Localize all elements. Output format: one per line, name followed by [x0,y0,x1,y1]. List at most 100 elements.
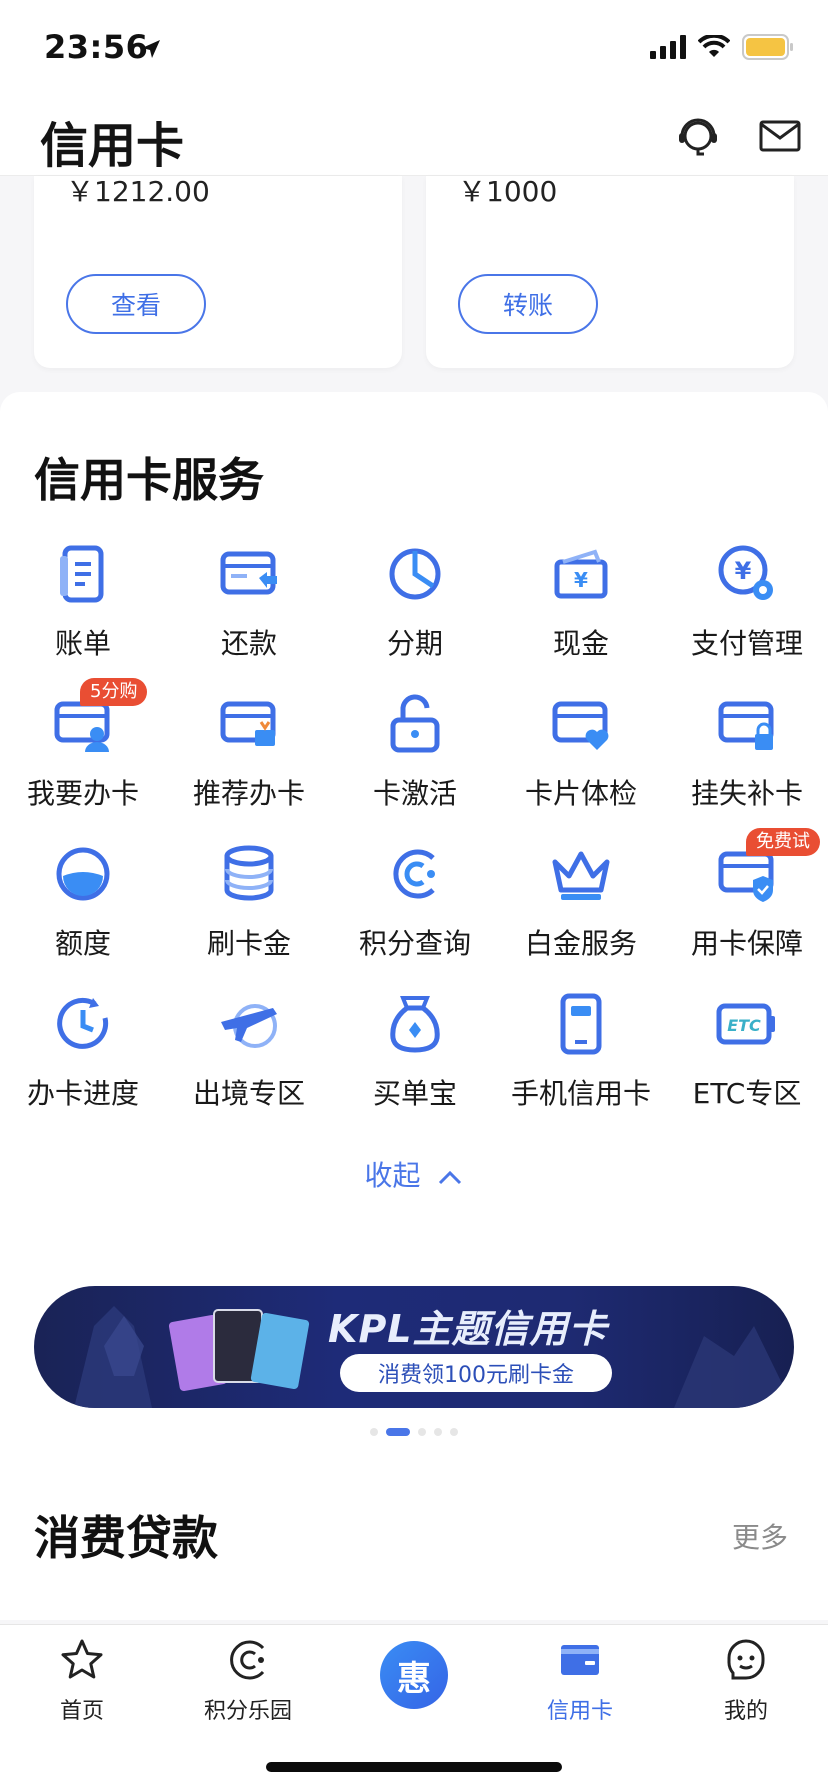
status-bar: 23:56 [0,0,828,96]
star-icon [61,1639,103,1679]
service-label: 支付管理 [690,627,803,660]
signal-icon [650,35,686,59]
service-label: 推荐办卡 [192,777,305,810]
service-label: 我要办卡 [26,777,139,810]
crown-icon [552,851,610,900]
card-health-icon [552,701,609,750]
service-label: 挂失补卡 [690,777,803,810]
limit-icon [56,847,110,901]
service-label: 额度 [54,927,111,960]
carousel-dot [434,1428,442,1436]
bill-icon [60,545,104,603]
tab-points-park[interactable]: 积分乐园 [178,1637,318,1727]
page-title: 信用卡 [40,118,185,174]
service-mobile-card[interactable]: 手机信用卡 [498,992,664,1132]
service-maidanbao[interactable]: 买单宝 [332,992,498,1132]
section-title: 消费贷款 [34,1511,218,1565]
service-card-bonus[interactable]: 刷卡金 [166,842,332,982]
tab-credit-card[interactable]: 信用卡 [510,1637,650,1727]
service-label: 积分查询 [358,927,471,960]
carousel-dot [370,1428,378,1436]
customer-service-icon[interactable] [674,112,722,160]
service-label: 白金服务 [524,927,637,960]
transfer-button[interactable]: 转账 [458,274,598,334]
account-card: ￥1000 转账 [426,175,794,368]
more-link[interactable]: 更多 [732,1516,788,1556]
banner-subtitle: 消费领100元刷卡金 [340,1354,612,1392]
service-repay[interactable]: 还款 [166,542,332,682]
profile-icon [727,1639,765,1680]
service-label: 手机信用卡 [510,1077,651,1110]
service-payment-settings[interactable]: ¥ 支付管理 [664,542,828,682]
service-label: 买单宝 [372,1077,457,1110]
tab-label: 我的 [723,1699,768,1724]
svg-text:¥: ¥ [574,568,588,592]
carousel-dot [450,1428,458,1436]
service-label: ETC专区 [692,1077,802,1110]
status-indicators [650,34,794,60]
app-header: 信用卡 [0,96,828,176]
service-progress[interactable]: 办卡进度 [0,992,166,1132]
carousel-dot-active [386,1428,410,1436]
installment-icon [389,548,441,600]
service-label: 分期 [386,627,443,660]
location-arrow-icon [142,40,160,58]
section-title: 信用卡服务 [34,453,264,507]
etc-icon: ETC [716,1003,775,1045]
service-bill[interactable]: 账单 [0,542,166,682]
credit-card-icon [561,1645,599,1675]
tab-profile[interactable]: 我的 [676,1637,816,1727]
service-label: 用卡保障 [690,927,803,960]
service-activate-card[interactable]: 卡激活 [332,692,498,832]
service-overseas[interactable]: 出境专区 [166,992,332,1132]
service-cash[interactable]: ¥ 现金 [498,542,664,682]
points-icon [393,849,435,899]
service-apply-card[interactable]: 5分购 我要办卡 [0,678,166,832]
service-points[interactable]: 积分查询 [332,842,498,982]
carousel-dots [0,1428,828,1436]
status-time: 23:56 [44,28,149,66]
service-label: 账单 [54,627,111,660]
battery-icon [742,34,793,60]
airplane-icon [221,1004,277,1048]
service-label: 现金 [552,627,609,660]
collapse-label: 收起 [364,1159,421,1192]
phone-icon [560,993,602,1055]
service-label: 还款 [220,627,277,660]
collapse-button[interactable]: 收起 [0,1154,828,1194]
service-card-protection[interactable]: 免费试 用卡保障 [664,828,828,982]
tab-home[interactable]: 首页 [12,1637,152,1727]
promo-banner[interactable]: KPL主题信用卡 消费领100元刷卡金 [34,1286,794,1408]
home-indicator[interactable] [266,1762,562,1772]
service-platinum[interactable]: 白金服务 [498,842,664,982]
service-limit[interactable]: 额度 [0,842,166,982]
service-card-health[interactable]: 卡片体检 [498,692,664,832]
service-installment[interactable]: 分期 [332,542,498,682]
lock-card-icon [718,701,774,750]
recommend-card-icon [220,701,276,746]
account-card: ￥1212.00 查看 [34,175,402,368]
service-label: 卡激活 [372,777,457,810]
view-button[interactable]: 查看 [66,274,206,334]
account-amount: ￥1212.00 [66,175,210,208]
consumer-loans-section: 消费贷款 更多 [0,1480,828,1620]
payment-settings-icon: ¥ [718,545,773,600]
center-logo-button[interactable]: 惠 [380,1641,448,1709]
svg-text:¥: ¥ [735,557,752,585]
service-etc[interactable]: ETC ETC专区 [664,992,828,1132]
service-label: 卡片体检 [524,777,637,810]
tab-label: 积分乐园 [203,1699,292,1724]
repay-icon [220,551,277,595]
service-recommend-card[interactable]: 推荐办卡 [166,692,332,832]
service-lost-card[interactable]: 挂失补卡 [664,692,828,832]
points-icon [230,1640,265,1680]
account-cards: ￥1212.00 查看 ￥1000 转账 [0,175,828,396]
mail-icon[interactable] [756,112,804,160]
promo-badge: 5分购 [80,678,148,706]
tab-label: 首页 [59,1699,104,1724]
unlock-icon [390,694,440,753]
coin-stack-icon [224,845,274,901]
carousel-dot [418,1428,426,1436]
clock-icon [57,997,109,1049]
service-label: 出境专区 [192,1077,305,1110]
